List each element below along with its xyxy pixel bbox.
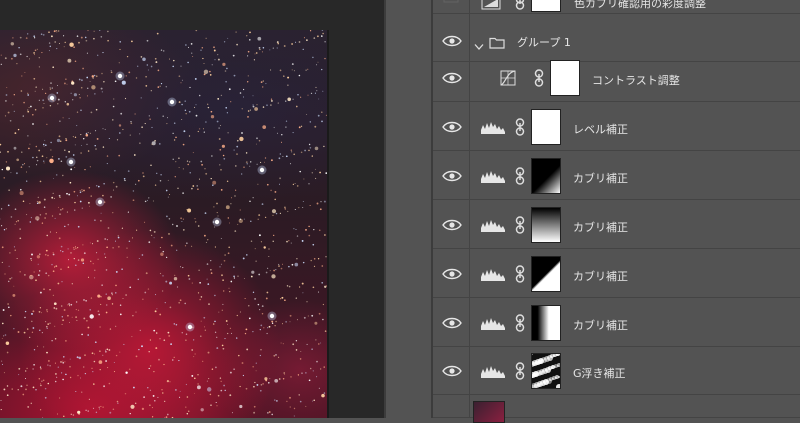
curves-adjustment-icon (497, 70, 523, 86)
layer-row[interactable]: コントラスト調整 (433, 54, 800, 102)
levels-adjustment-icon (480, 363, 506, 379)
levels-adjustment-icon (480, 217, 506, 233)
eye-icon[interactable] (442, 217, 462, 231)
mask-link-icon[interactable] (515, 0, 525, 10)
layer-mask-thumbnail[interactable] (531, 0, 561, 12)
levels-adjustment-icon (480, 266, 506, 282)
eye-icon[interactable] (442, 70, 462, 84)
group-name[interactable]: グループ 1 (517, 34, 571, 50)
panel-divider (384, 0, 386, 418)
layer-row[interactable]: カブリ補正 (433, 152, 800, 200)
eye-icon[interactable] (442, 363, 462, 377)
layer-name[interactable]: G浮き補正 (573, 365, 626, 381)
mask-link-icon[interactable] (515, 362, 525, 380)
layer-row[interactable] (433, 396, 800, 418)
layer-mask-thumbnail[interactable] (531, 109, 561, 145)
levels-adjustment-icon (480, 315, 506, 331)
levels-adjustment-icon (480, 168, 506, 184)
layer-row[interactable]: カブリ補正 (433, 250, 800, 298)
layer-mask-thumbnail[interactable] (550, 60, 580, 96)
layer-name[interactable]: カブリ補正 (573, 268, 628, 284)
layer-mask-thumbnail[interactable] (531, 305, 561, 341)
eye-icon[interactable] (442, 315, 462, 329)
layers-panel: 色カブリ確認用の彩度調整 グループ 1 コントラスト調整レベル補正カブリ補正カブ… (433, 0, 800, 418)
mask-link-icon[interactable] (515, 265, 525, 283)
layer-name[interactable]: 色カブリ確認用の彩度調整 (574, 0, 706, 11)
layer-name[interactable]: カブリ補正 (573, 170, 628, 186)
nebula-photo[interactable] (0, 30, 327, 418)
layer-row[interactable]: 色カブリ確認用の彩度調整 (433, 0, 800, 14)
layer-row[interactable]: G浮き補正 (433, 347, 800, 395)
mask-link-icon[interactable] (534, 69, 544, 87)
vibrance-adjustment-icon (481, 0, 507, 11)
layer-mask-thumbnail[interactable] (531, 158, 561, 194)
mask-link-icon[interactable] (515, 118, 525, 136)
layer-mask-thumbnail[interactable] (531, 256, 561, 292)
chevron-down-icon[interactable] (474, 36, 484, 44)
layer-name[interactable]: コントラスト調整 (592, 72, 680, 88)
folder-icon (489, 34, 505, 46)
mask-link-icon[interactable] (515, 167, 525, 185)
canvas-edge (327, 30, 329, 418)
layer-row[interactable]: レベル補正 (433, 103, 800, 151)
layer-mask-thumbnail[interactable] (531, 353, 561, 389)
mask-link-icon[interactable] (515, 314, 525, 332)
layer-row[interactable]: カブリ補正 (433, 201, 800, 249)
image-layer-thumbnail[interactable] (473, 401, 505, 423)
layer-name[interactable]: レベル補正 (573, 121, 628, 137)
mask-link-icon[interactable] (515, 216, 525, 234)
eye-icon[interactable] (442, 33, 462, 47)
eye-icon[interactable] (442, 168, 462, 182)
eye-icon[interactable] (442, 266, 462, 280)
levels-adjustment-icon (480, 119, 506, 135)
eye-hidden-icon[interactable] (442, 0, 462, 3)
layer-row[interactable]: カブリ補正 (433, 299, 800, 347)
layer-mask-thumbnail[interactable] (531, 207, 561, 243)
layer-name[interactable]: カブリ補正 (573, 219, 628, 235)
star-field (0, 30, 327, 418)
eye-icon[interactable] (442, 119, 462, 133)
layer-name[interactable]: カブリ補正 (573, 317, 628, 333)
